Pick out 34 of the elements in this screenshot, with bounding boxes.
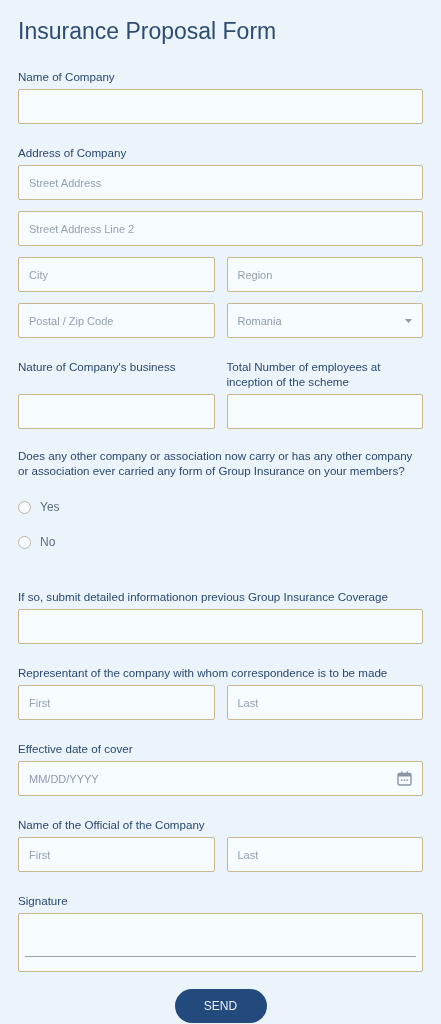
country-dropdown[interactable]: Romania — [226, 303, 423, 338]
field-label: Name of Company — [18, 69, 116, 84]
radio-button[interactable] — [18, 535, 31, 549]
form-title: Insurance Proposal Form — [18, 18, 278, 45]
field-label: Effective date of cover — [18, 741, 134, 756]
option-label: No — [40, 535, 56, 549]
text-field[interactable]: Postal / Zip Code — [18, 303, 215, 338]
text-field[interactable]: Region — [226, 257, 423, 292]
text-field[interactable]: Last — [226, 685, 423, 720]
text-field[interactable] — [18, 89, 423, 124]
date-field[interactable]: MM/DD/YYYY — [18, 761, 423, 796]
text-field[interactable]: Street Address — [18, 165, 423, 200]
text-field[interactable]: Street Address Line 2 — [18, 211, 423, 246]
signature-pad[interactable] — [18, 913, 423, 972]
text-field[interactable] — [18, 394, 215, 429]
field-label: Name of the Official of the Company — [18, 817, 206, 832]
caret-icon — [405, 318, 412, 323]
field-label: If so, submit detailed informationon previous Group Insurance Coverage — [18, 589, 389, 604]
text-field[interactable]: Last — [226, 837, 423, 872]
text-field[interactable]: First — [18, 837, 215, 872]
text-field[interactable] — [18, 609, 423, 644]
option-label: Yes — [40, 500, 60, 514]
send-button[interactable]: SEND — [174, 989, 267, 1023]
calendar-icon — [397, 771, 412, 786]
question-text: Does any other company or association now carry or has any other company or association ever carried any form of Group Insurance on your members? — [18, 448, 414, 478]
field-label: Signature — [18, 893, 69, 908]
field-label: Total Number of employees at inception of the scheme — [226, 359, 382, 389]
radio-button[interactable] — [18, 500, 31, 514]
text-field[interactable] — [226, 394, 423, 429]
field-label: Nature of Company's business — [18, 359, 177, 375]
text-field[interactable]: First — [18, 685, 215, 720]
field-label: Address of Company — [18, 145, 128, 160]
text-field[interactable]: City — [18, 257, 215, 292]
field-label: Representant of the company with whom correspondence is to be made — [18, 665, 389, 680]
